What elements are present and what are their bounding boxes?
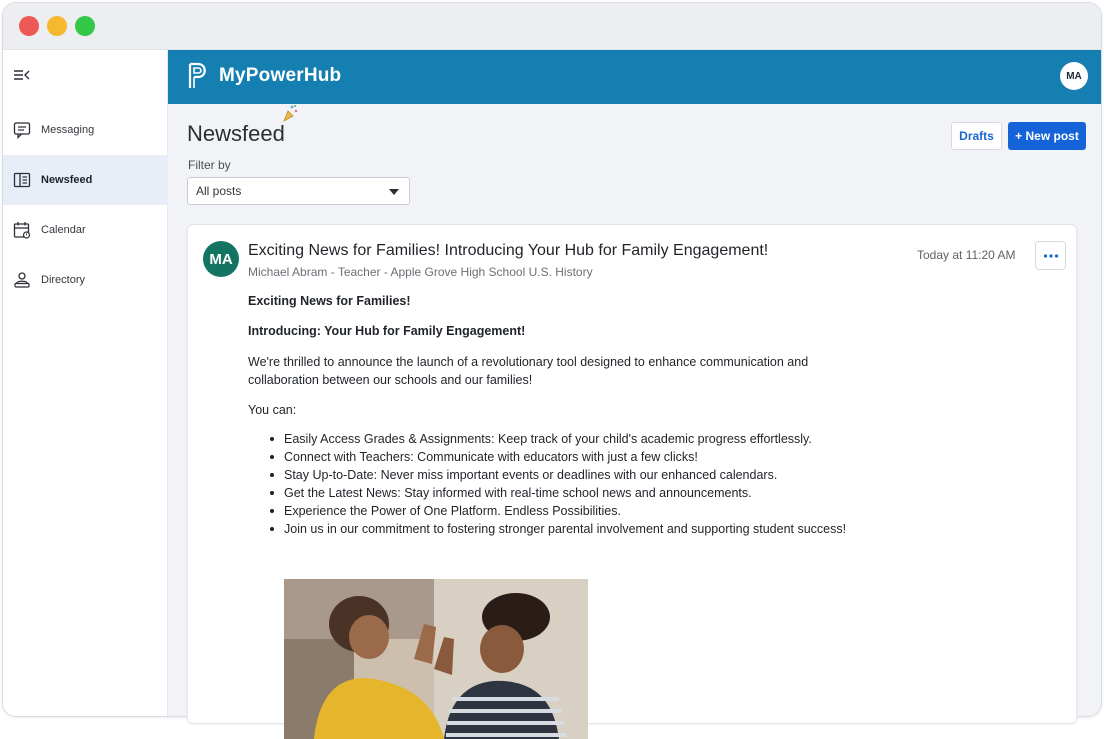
post-photo[interactable] xyxy=(284,579,588,739)
post-bullet-list: Easily Access Grades & Assignments: Keep… xyxy=(270,430,846,538)
maximize-window-button[interactable] xyxy=(75,16,95,36)
more-horizontal-icon xyxy=(1043,253,1058,258)
sidebar-item-messaging[interactable]: Messaging xyxy=(3,105,168,155)
minimize-window-button[interactable] xyxy=(47,16,67,36)
newsfeed-icon xyxy=(12,170,32,190)
sidebar-item-calendar[interactable]: Calendar xyxy=(3,205,168,255)
post-paragraph: We're thrilled to announce the launch of… xyxy=(248,355,809,387)
sidebar-item-label: Directory xyxy=(41,274,86,286)
page-title: Newsfeed xyxy=(187,121,285,146)
list-item: Stay Up-to-Date: Never miss important ev… xyxy=(270,466,846,484)
list-item: Connect with Teachers: Communicate with … xyxy=(270,448,846,466)
more-options-button[interactable] xyxy=(1035,241,1066,270)
filter-select[interactable]: All posts xyxy=(187,177,410,205)
calendar-icon xyxy=(12,220,32,240)
post-heading: Exciting News for Families! xyxy=(248,294,411,308)
directory-icon xyxy=(12,270,32,290)
messaging-icon xyxy=(12,120,32,140)
sidebar-item-label: Calendar xyxy=(41,224,86,236)
powerschool-logo-icon xyxy=(188,62,206,88)
top-header: MyPowerHub MA xyxy=(168,50,1101,104)
sidebar-item-newsfeed[interactable]: Newsfeed xyxy=(3,155,168,205)
chevron-down-icon xyxy=(389,189,399,195)
sidebar-item-label: Messaging xyxy=(41,124,95,136)
list-item: Experience the Power of One Platform. En… xyxy=(270,502,846,520)
list-item: Join us in our commitment to fostering s… xyxy=(270,520,846,538)
user-avatar[interactable]: MA xyxy=(1060,62,1088,90)
party-popper-icon xyxy=(283,105,298,122)
list-item: Get the Latest News: Stay informed with … xyxy=(270,484,846,502)
new-post-button[interactable]: + New post xyxy=(1008,122,1086,150)
sidebar-item-label: Newsfeed xyxy=(41,174,93,186)
drafts-button[interactable]: Drafts xyxy=(951,122,1002,150)
close-window-button[interactable] xyxy=(19,16,39,36)
post-card: MA Exciting News for Families! Introduci… xyxy=(187,224,1077,739)
app-brand-name: MyPowerHub xyxy=(219,65,342,86)
sidebar: Messaging Newsfeed Calendar Directory xyxy=(3,50,168,716)
filter-label: Filter by xyxy=(188,158,231,172)
post-you-can: You can: xyxy=(248,403,297,417)
window-titlebar xyxy=(3,3,1101,50)
post-author: Michael Abram - Teacher - Apple Grove Hi… xyxy=(248,265,593,279)
author-avatar[interactable]: MA xyxy=(203,241,239,277)
filter-selected-value: All posts xyxy=(196,184,242,198)
post-subheading: Introducing: Your Hub for Family Engagem… xyxy=(248,324,526,338)
post-title: Exciting News for Families! Introducing … xyxy=(248,242,769,259)
collapse-sidebar-icon[interactable] xyxy=(13,68,31,82)
post-timestamp: Today at 11:20 AM xyxy=(917,248,1016,262)
sidebar-item-directory[interactable]: Directory xyxy=(3,255,168,305)
list-item: Easily Access Grades & Assignments: Keep… xyxy=(270,430,846,448)
